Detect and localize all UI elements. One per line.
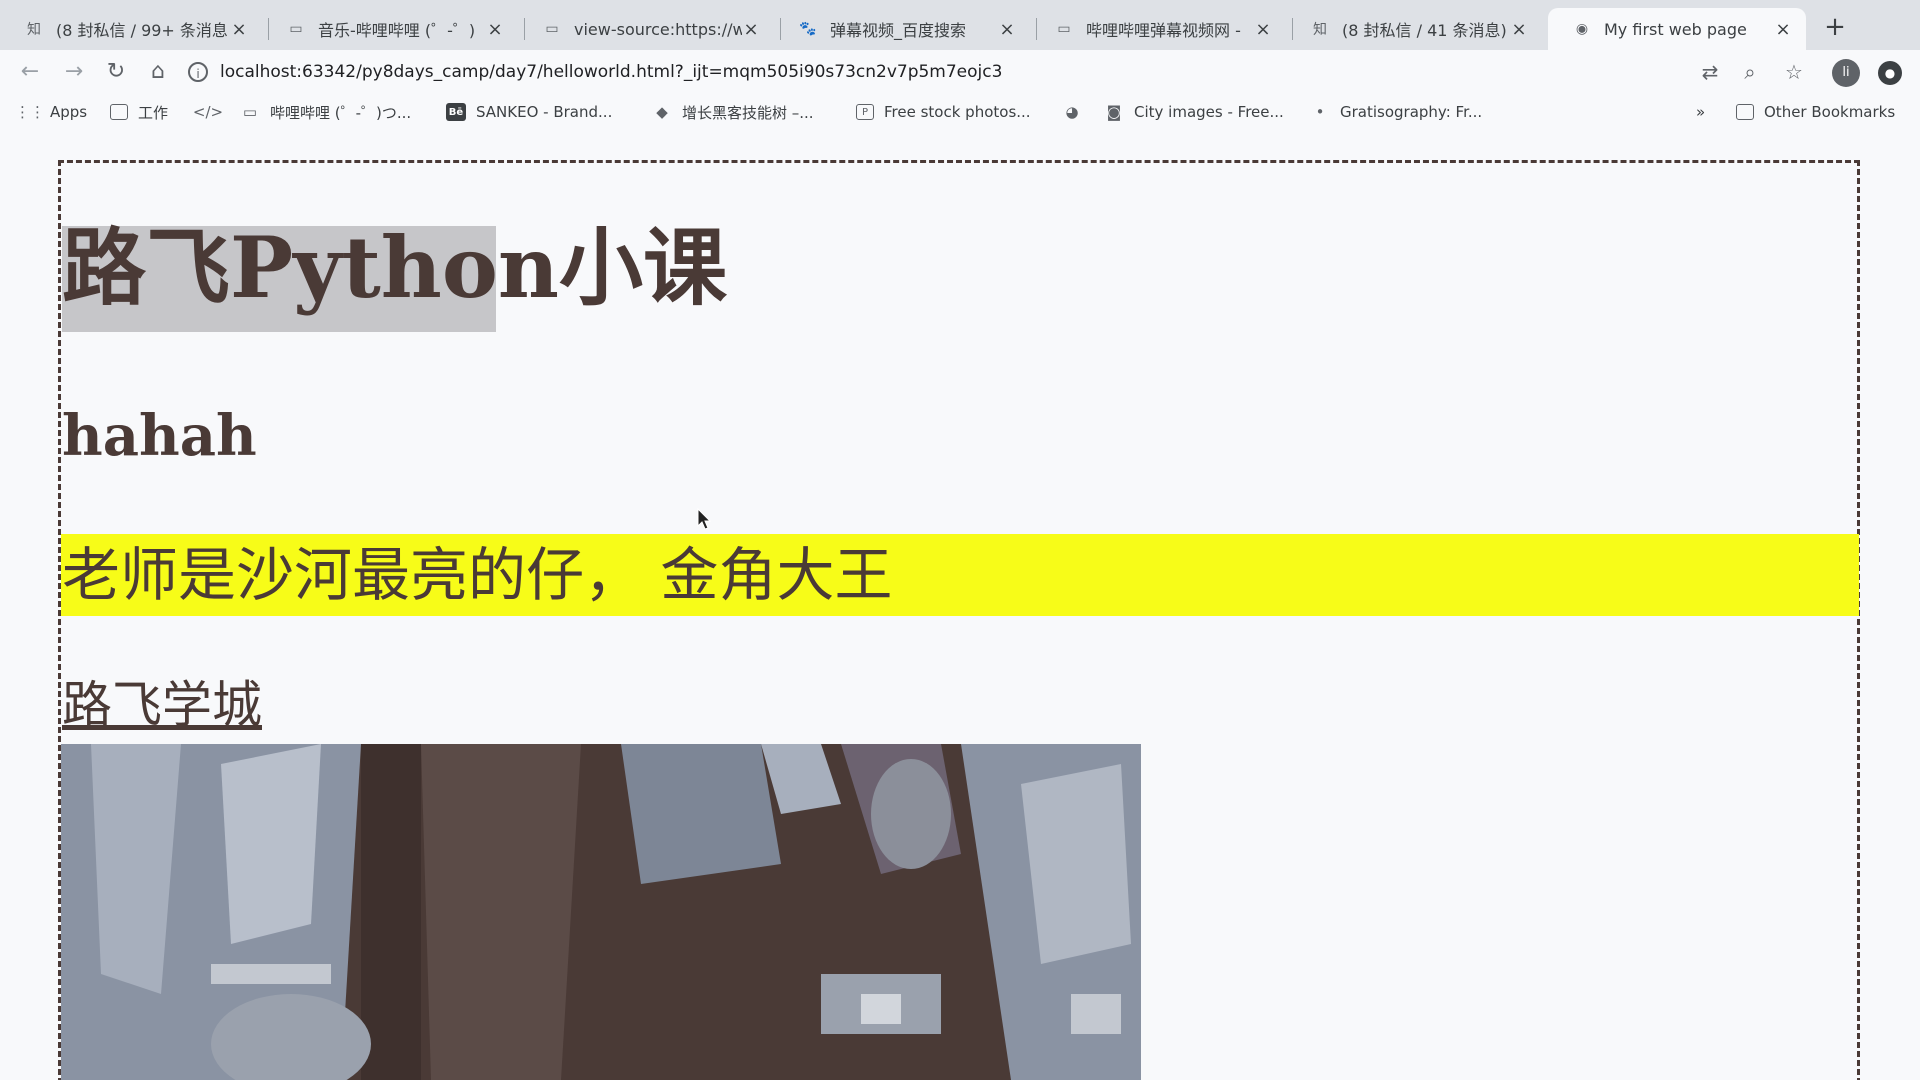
mouse-cursor-icon	[697, 508, 711, 530]
close-icon[interactable]: ×	[1510, 19, 1528, 40]
close-icon[interactable]: ×	[998, 19, 1016, 40]
tab-label: 弹幕视频_百度搜索	[830, 21, 967, 40]
star-icon[interactable]: ☆	[1780, 58, 1808, 86]
bookmark-label: City images - Free...	[1134, 103, 1284, 121]
close-icon[interactable]: ×	[486, 19, 504, 40]
tab-strip: 知 (8 封私信 / 99+ 条消息 × ▭ 音乐-哔哩哔哩 (゜-゜) × ▭…	[0, 0, 1920, 50]
page-heading-h2: hahah	[62, 403, 257, 469]
bookmark-label: Gratisography: Fr...	[1340, 103, 1483, 121]
photo-illustration	[61, 744, 1141, 1080]
zhihu-icon: 知	[1313, 22, 1327, 38]
globe-icon: ◕	[1065, 103, 1079, 121]
dot-icon: •	[1315, 103, 1325, 121]
apps-grid-icon: ⋮⋮	[15, 103, 45, 121]
bookmark-label: Free stock photos...	[884, 103, 1031, 121]
bilibili-icon: ▭	[289, 21, 303, 37]
bookmarks-bar: ⋮⋮ Apps 工作 </> ▭ 哔哩哔哩 (゜-゜)つ... Bē SANKE…	[0, 94, 1920, 130]
tab-zhihu-1[interactable]: 知 (8 封私信 / 99+ 条消息 ×	[0, 8, 262, 50]
bookmark-globe[interactable]: ◕	[1062, 100, 1092, 124]
bookmark-label: 工作	[138, 103, 169, 122]
cube-icon: ◆	[656, 103, 668, 121]
bookmark-work-folder[interactable]: 工作	[110, 100, 168, 124]
new-tab-button[interactable]: +	[1820, 12, 1850, 42]
bookmark-label: 增长黑客技能树 –...	[682, 103, 814, 122]
translate-icon[interactable]: ⇄	[1696, 58, 1724, 86]
page-viewport: 路飞Python小课 hahah 老师是沙河最亮的仔， 金角大王 路飞学城	[0, 130, 1920, 1080]
bookmark-free-stock-photos[interactable]: P Free stock photos...	[856, 100, 1031, 124]
bookmark-city-images[interactable]: ◙ City images - Free...	[1104, 100, 1284, 124]
tab-label: 哔哩哔哩弹幕视频网 -	[1086, 21, 1241, 40]
extension-icon[interactable]: ●	[1878, 61, 1902, 85]
tab-view-source[interactable]: ▭ view-source:https://w ×	[518, 8, 774, 50]
address-bar[interactable]: i localhost:63342/py8days_camp/day7/hell…	[188, 54, 1678, 90]
banner-text: 老师是沙河最亮的仔， 金角大王	[62, 541, 893, 609]
folder-icon	[110, 104, 128, 120]
tab-label: (8 封私信 / 99+ 条消息	[56, 21, 228, 40]
bookmark-sankeo[interactable]: Bē SANKEO - Brand...	[446, 100, 612, 124]
bookmark-bilibili[interactable]: ▭ 哔哩哔哩 (゜-゜)つ...	[240, 100, 411, 124]
back-arrow-icon[interactable]: ←	[14, 56, 46, 88]
page-heading-h1: 路飞Python小课	[62, 218, 727, 317]
other-bookmarks-folder[interactable]: Other Bookmarks	[1736, 100, 1895, 124]
folder-icon	[1736, 104, 1754, 120]
bookmark-label: Apps	[50, 103, 88, 121]
info-icon[interactable]: i	[188, 62, 208, 82]
chevron-double-right-icon: »	[1696, 103, 1706, 121]
bookmark-gratisography[interactable]: • Gratisography: Fr...	[1310, 100, 1483, 124]
behance-icon: Bē	[446, 103, 466, 121]
bookmark-apps[interactable]: ⋮⋮ Apps	[15, 100, 88, 124]
bookmark-growth-hacker[interactable]: ◆ 增长黑客技能树 –...	[652, 100, 814, 124]
zoom-icon[interactable]: ⌕	[1736, 58, 1764, 86]
close-icon[interactable]: ×	[742, 19, 760, 40]
browser-toolbar: ← → ↻ ⌂ i localhost:63342/py8days_camp/d…	[0, 50, 1920, 94]
bookmark-label: 哔哩哔哩 (゜-゜)つ...	[270, 103, 412, 122]
bilibili-icon: ▭	[242, 103, 258, 121]
tab-label: (8 封私信 / 41 条消息)	[1342, 21, 1507, 40]
bookmark-code[interactable]: </>	[192, 100, 228, 124]
tab-bilibili-home[interactable]: ▭ 哔哩哔哩弹幕视频网 - ×	[1030, 8, 1286, 50]
forward-arrow-icon[interactable]: →	[58, 56, 90, 88]
code-brackets-icon: </>	[192, 103, 224, 121]
tab-label: view-source:https://w	[574, 19, 742, 39]
profile-avatar[interactable]: li	[1832, 59, 1860, 87]
bookmarks-overflow-button[interactable]: »	[1696, 100, 1705, 124]
pycharm-icon: ◉	[1575, 21, 1589, 37]
close-icon[interactable]: ×	[1774, 19, 1792, 40]
tab-bilibili-music[interactable]: ▭ 音乐-哔哩哔哩 (゜-゜) ×	[262, 8, 518, 50]
pexels-icon: P	[856, 104, 874, 120]
home-icon[interactable]: ⌂	[142, 56, 174, 88]
bilibili-icon: ▭	[545, 21, 559, 37]
tab-label: 音乐-哔哩哔哩 (゜-゜)	[318, 21, 476, 40]
close-icon[interactable]: ×	[1254, 19, 1272, 40]
bilibili-icon: ▭	[1057, 21, 1071, 37]
tab-my-first-web-page[interactable]: ◉ My first web page ×	[1548, 8, 1806, 50]
luffy-city-link[interactable]: 路飞学城	[62, 678, 262, 733]
content-image	[61, 744, 1141, 1080]
tab-label: My first web page	[1604, 19, 1747, 39]
reload-icon[interactable]: ↻	[100, 56, 132, 88]
close-icon[interactable]: ×	[230, 19, 248, 40]
tab-zhihu-2[interactable]: 知 (8 封私信 / 41 条消息) ×	[1286, 8, 1542, 50]
camera-icon: ◙	[1106, 103, 1122, 121]
tab-baidu-search[interactable]: 🐾 弹幕视频_百度搜索 ×	[774, 8, 1030, 50]
bookmark-label: SANKEO - Brand...	[476, 103, 613, 121]
baidu-paw-icon: 🐾	[799, 21, 817, 37]
zhihu-icon: 知	[27, 22, 41, 38]
address-url: localhost:63342/py8days_camp/day7/hellow…	[220, 62, 1003, 82]
bookmark-label: Other Bookmarks	[1764, 103, 1896, 121]
